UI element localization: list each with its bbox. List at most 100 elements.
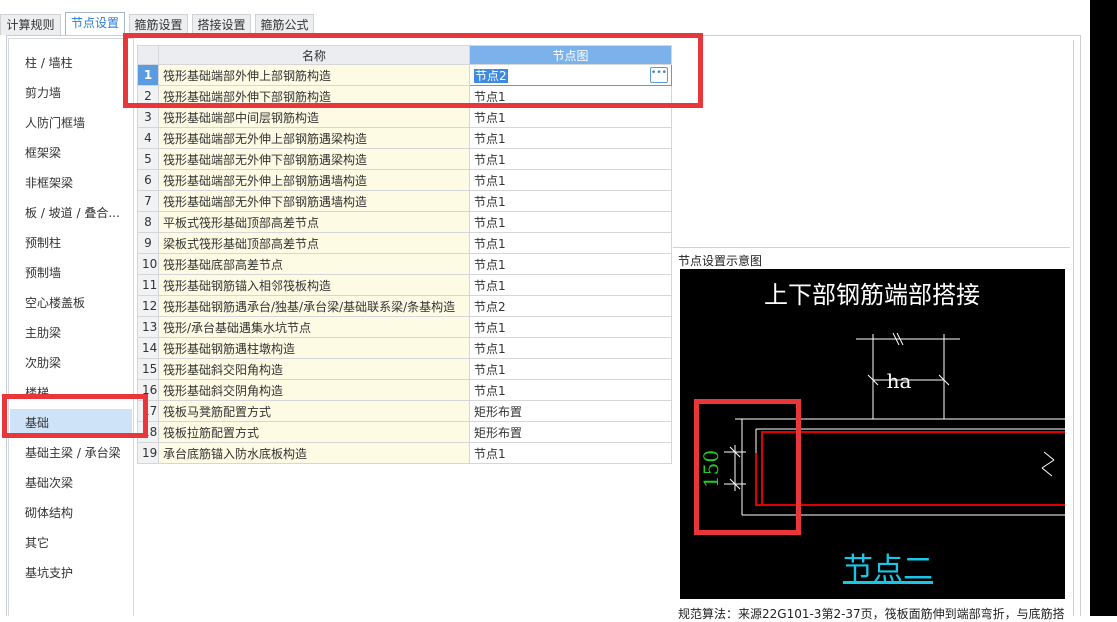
row-node-value[interactable]: 节点1 [469, 106, 672, 128]
node-name-label: 节点二 [843, 552, 933, 587]
row-number: 13 [137, 316, 159, 338]
row-number: 3 [137, 106, 159, 128]
row-node-value[interactable]: 节点1 [469, 337, 672, 359]
sidebar-item-hollow-floor-slab[interactable]: 空心楼盖板 [10, 289, 132, 317]
dimension-ha-label: ha [887, 369, 912, 393]
row-node-value[interactable]: 节点1 [469, 148, 672, 170]
row-node-value[interactable]: 节点1 [469, 190, 672, 212]
row-node-value[interactable]: 节点1 [469, 211, 672, 233]
node-value-selected[interactable]: 节点2 [474, 68, 508, 83]
row-name: 筏形基础端部无外伸下部钢筋遇梁构造 [158, 148, 470, 170]
row-name: 筏形基础钢筋遇承台/独基/承台梁/基础联系梁/条基构造 [158, 295, 470, 317]
table-row[interactable]: 5 筏形基础端部无外伸下部钢筋遇梁构造 节点1 [137, 148, 672, 170]
row-node-value[interactable]: 节点2 [469, 295, 672, 317]
sidebar-item-pit-support[interactable]: 基坑支护 [10, 559, 132, 587]
tab-calc-rules[interactable]: 计算规则 [0, 14, 61, 35]
table-row[interactable]: 4 筏形基础端部无外伸上部钢筋遇梁构造 节点1 [137, 127, 672, 149]
table-row[interactable]: 3 筏形基础端部中间层钢筋构造 节点1 [137, 106, 672, 128]
row-name: 筏形/承台基础遇集水坑节点 [158, 316, 470, 338]
table-row[interactable]: 1 筏形基础端部外伸上部钢筋构造 节点2 ••• [137, 64, 672, 86]
table-row[interactable]: 11 筏形基础钢筋锚入相邻筏板构造 节点1 [137, 274, 672, 296]
row-node-value[interactable]: 节点1 [469, 253, 672, 275]
row-node-value[interactable]: 节点1 [469, 316, 672, 338]
table-row[interactable]: 7 筏形基础端部无外伸下部钢筋遇墙构造 节点1 [137, 190, 672, 212]
category-sidebar: 柱 / 墙柱 剪力墙 人防门框墙 框架梁 非框架梁 板 / 坡道 / 叠合...… [8, 38, 134, 616]
table-row[interactable]: 14 筏形基础钢筋遇柱墩构造 节点1 [137, 337, 672, 359]
table-row[interactable]: 18 筏板拉筋配置方式 矩形布置 [137, 421, 672, 443]
row-node-value[interactable]: 节点1 [469, 274, 672, 296]
concrete-outline [724, 332, 1065, 516]
table-row[interactable]: 12 筏形基础钢筋遇承台/独基/承台梁/基础联系梁/条基构造 节点2 [137, 295, 672, 317]
column-header-name[interactable]: 名称 [158, 45, 470, 65]
sidebar-item-other[interactable]: 其它 [10, 529, 132, 557]
row-number: 15 [137, 358, 159, 380]
table-row[interactable]: 15 筏形基础斜交阳角构造 节点1 [137, 358, 672, 380]
tab-bar: 计算规则 节点设置 箍筋设置 搭接设置 箍筋公式 [0, 0, 1088, 36]
sidebar-item-stairs[interactable]: 楼梯 [10, 379, 132, 407]
row-number: 7 [137, 190, 159, 212]
sidebar-item-masonry[interactable]: 砌体结构 [10, 499, 132, 527]
table-row[interactable]: 8 平板式筏形基础顶部高差节点 节点1 [137, 211, 672, 233]
row-node-value[interactable]: 节点1 [469, 127, 672, 149]
row-name: 筏形基础端部外伸下部钢筋构造 [158, 85, 470, 107]
row-node-value[interactable]: 节点1 [469, 232, 672, 254]
table-row[interactable]: 17 筏板马凳筋配置方式 矩形布置 [137, 400, 672, 422]
row-node-value[interactable]: 节点1 [469, 85, 672, 107]
sidebar-item-slab-ramp[interactable]: 板 / 坡道 / 叠合... [10, 199, 132, 227]
row-name: 筏形基础端部无外伸上部钢筋遇墙构造 [158, 169, 470, 191]
row-node-value[interactable]: 矩形布置 [469, 400, 672, 422]
row-node-value[interactable]: 节点1 [469, 358, 672, 380]
row-number: 16 [137, 379, 159, 401]
table-row[interactable]: 2 筏形基础端部外伸下部钢筋构造 节点1 [137, 85, 672, 107]
tab-lap-settings[interactable]: 搭接设置 [192, 14, 251, 35]
row-name: 筏板马凳筋配置方式 [158, 400, 470, 422]
row-name: 筏形基础端部外伸上部钢筋构造 [158, 64, 470, 86]
row-name: 承台底筋锚入防水底板构造 [158, 442, 470, 464]
row-number: 2 [137, 85, 159, 107]
sidebar-item-precast-column[interactable]: 预制柱 [10, 229, 132, 257]
row-node-value[interactable]: 矩形布置 [469, 421, 672, 443]
row-name: 筏形基础钢筋锚入相邻筏板构造 [158, 274, 470, 296]
tab-stirrup-formula[interactable]: 箍筋公式 [255, 14, 314, 35]
tab-stirrup-settings[interactable]: 箍筋设置 [129, 14, 188, 35]
sidebar-item-non-frame-beam[interactable]: 非框架梁 [10, 169, 132, 197]
sidebar-item-foundation[interactable]: 基础 [10, 409, 132, 437]
row-node-value[interactable]: 节点1 [469, 442, 672, 464]
table-row[interactable]: 19 承台底筋锚入防水底板构造 节点1 [137, 442, 672, 464]
sidebar-item-civil-defense-door-wall[interactable]: 人防门框墙 [10, 109, 132, 137]
sidebar-item-foundation-main-beam[interactable]: 基础主梁 / 承台梁 [10, 439, 132, 467]
row-name: 筏形基础斜交阳角构造 [158, 358, 470, 380]
row-number: 18 [137, 421, 159, 443]
sidebar-item-column-wall-column[interactable]: 柱 / 墙柱 [10, 49, 132, 77]
row-number: 5 [137, 148, 159, 170]
row-name: 筏形基础斜交阴角构造 [158, 379, 470, 401]
table-row[interactable]: 16 筏形基础斜交阴角构造 节点1 [137, 379, 672, 401]
node-diagram-drawing: 上下部钢筋端部搭接 ha 150 节点二 [699, 281, 1065, 587]
table-row[interactable]: 10 筏形基础底部高差节点 节点1 [137, 253, 672, 275]
sidebar-item-secondary-rib-beam[interactable]: 次肋梁 [10, 349, 132, 377]
sidebar-item-frame-beam[interactable]: 框架梁 [10, 139, 132, 167]
table-row[interactable]: 13 筏形/承台基础遇集水坑节点 节点1 [137, 316, 672, 338]
node-value-editor[interactable]: 节点2 ••• [469, 64, 672, 86]
table-row[interactable]: 9 梁板式筏形基础顶部高差节点 节点1 [137, 232, 672, 254]
ellipsis-icon[interactable]: ••• [650, 67, 668, 83]
row-number: 11 [137, 274, 159, 296]
sidebar-item-shear-wall[interactable]: 剪力墙 [10, 79, 132, 107]
rebar-lines [755, 431, 1065, 506]
diagram-heading: 上下部钢筋端部搭接 [764, 281, 980, 309]
row-node-value[interactable]: 节点1 [469, 379, 672, 401]
row-node-value[interactable]: 节点1 [469, 169, 672, 191]
rule-caption: 规范算法：来源22G101-3第2-37页，筏板面筋伸到端部弯折，与底筋搭 [678, 607, 1065, 621]
row-number: 12 [137, 295, 159, 317]
row-number: 19 [137, 442, 159, 464]
node-diagram-panel: 节点设置示意图 上下部钢筋端部搭接 ha 150 节点二 规范算法：来源22G1… [673, 247, 1070, 621]
table-row[interactable]: 6 筏形基础端部无外伸上部钢筋遇墙构造 节点1 [137, 169, 672, 191]
column-header-node[interactable]: 节点图 [469, 45, 672, 65]
node-diagram: 上下部钢筋端部搭接 ha 150 节点二 [680, 269, 1065, 599]
sidebar-item-precast-wall[interactable]: 预制墙 [10, 259, 132, 287]
row-name: 筏形基础底部高差节点 [158, 253, 470, 275]
row-name: 梁板式筏形基础顶部高差节点 [158, 232, 470, 254]
tab-node-settings[interactable]: 节点设置 [65, 12, 125, 35]
sidebar-item-main-rib-beam[interactable]: 主肋梁 [10, 319, 132, 347]
sidebar-item-foundation-secondary-beam[interactable]: 基础次梁 [10, 469, 132, 497]
